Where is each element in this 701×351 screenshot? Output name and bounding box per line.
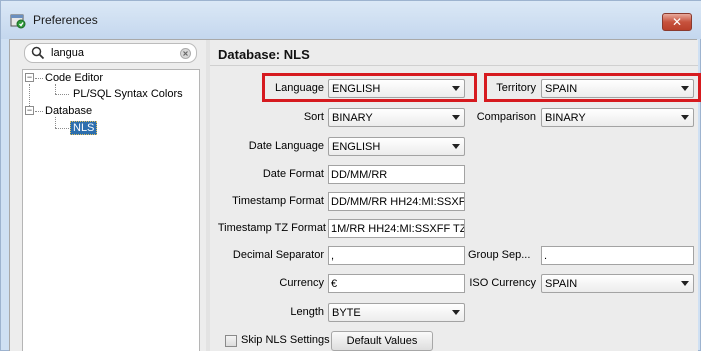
default-values-button[interactable]: Default Values [331,331,433,351]
group-separator-field[interactable]: . [541,246,694,265]
sort-label: Sort [303,111,324,123]
language-value: ENGLISH [332,83,381,95]
page-title: Database: NLS [218,47,310,62]
skip-nls-checkbox[interactable] [225,335,237,347]
iso-currency-label: ISO Currency [469,277,536,289]
close-icon: ✕ [671,15,683,29]
skip-nls-label: Skip NLS Settings [241,334,330,346]
decimal-separator-label: Decimal Separator [232,249,324,261]
tree-connector [35,111,43,112]
length-value: BYTE [332,307,361,319]
tree-connector [35,78,43,79]
language-select[interactable]: ENGLISH [328,79,465,98]
tree-connector [55,117,56,128]
territory-label: Territory [496,82,536,94]
date-language-value: ENGLISH [332,141,381,153]
date-language-label: Date Language [248,140,324,152]
currency-field[interactable]: € [328,274,465,293]
decimal-separator-field[interactable]: , [328,246,465,265]
dialog-body: − Code Editor PL/SQL Syntax Colors − Dat… [9,39,701,351]
preferences-tree: − Code Editor PL/SQL Syntax Colors − Dat… [22,69,200,351]
panel-header: Database: NLS [210,40,698,66]
close-button[interactable]: ✕ [662,13,692,31]
chevron-down-icon [681,281,689,286]
chevron-down-icon [681,115,689,120]
window-title: Preferences [33,13,98,27]
date-format-label: Date Format [262,168,324,180]
collapse-icon[interactable]: − [25,73,34,82]
chevron-down-icon [452,310,460,315]
collapse-icon[interactable]: − [25,106,34,115]
territory-value: SPAIN [545,83,578,95]
iso-currency-select[interactable]: SPAIN [541,274,694,293]
length-label: Length [290,306,324,318]
currency-label: Currency [279,277,324,289]
chevron-down-icon [452,86,460,91]
preferences-app-icon [10,14,26,29]
timestamp-tz-format-field[interactable]: 1M/RR HH24:MI:SSXFF TZR [328,219,465,238]
territory-select[interactable]: SPAIN [541,79,694,98]
comparison-label: Comparison [476,111,536,123]
tree-connector [55,94,69,95]
timestamp-format-label: Timestamp Format [232,195,324,207]
group-separator-value: . [544,250,548,262]
comparison-select[interactable]: BINARY [541,108,694,127]
sort-value: BINARY [332,112,373,124]
group-separator-label: Group Sep... [468,249,531,261]
timestamp-format-field[interactable]: DD/MM/RR HH24:MI:SSXFF [328,192,465,211]
chevron-down-icon [452,115,460,120]
language-label: Language [275,82,324,94]
tree-item-nls[interactable]: NLS [70,121,98,135]
tree-item-plsql-syntax-colors[interactable]: PL/SQL Syntax Colors [73,88,183,100]
decimal-separator-value: , [331,250,335,262]
tree-connector [55,128,69,129]
chevron-down-icon [452,144,460,149]
chevron-down-icon [681,86,689,91]
timestamp-tz-format-value: 1M/RR HH24:MI:SSXFF TZR [331,223,465,235]
length-select[interactable]: BYTE [328,303,465,322]
sort-select[interactable]: BINARY [328,108,465,127]
tree-connector [55,84,56,94]
date-language-select[interactable]: ENGLISH [328,137,465,156]
tree-item-code-editor[interactable]: Code Editor [45,72,103,84]
search-icon [31,46,45,60]
search-box[interactable] [24,43,197,63]
timestamp-tz-format-label: Timestamp TZ Format [217,222,326,234]
timestamp-format-value: DD/MM/RR HH24:MI:SSXFF [331,196,465,208]
comparison-value: BINARY [545,112,586,124]
tree-item-database[interactable]: Database [45,105,92,117]
title-bar: Preferences ✕ [1,1,701,39]
date-format-field[interactable]: DD/MM/RR [328,165,465,184]
iso-currency-value: SPAIN [545,278,578,290]
preferences-window: Preferences ✕ − Code Editor PL/SQ [0,0,701,351]
clear-search-icon[interactable] [180,48,191,59]
date-format-value: DD/MM/RR [331,169,388,181]
settings-panel: Database: NLS Language ENGLISH Territory… [210,40,701,351]
default-values-label: Default Values [346,335,418,347]
currency-value: € [331,278,338,290]
search-input[interactable] [51,45,171,61]
